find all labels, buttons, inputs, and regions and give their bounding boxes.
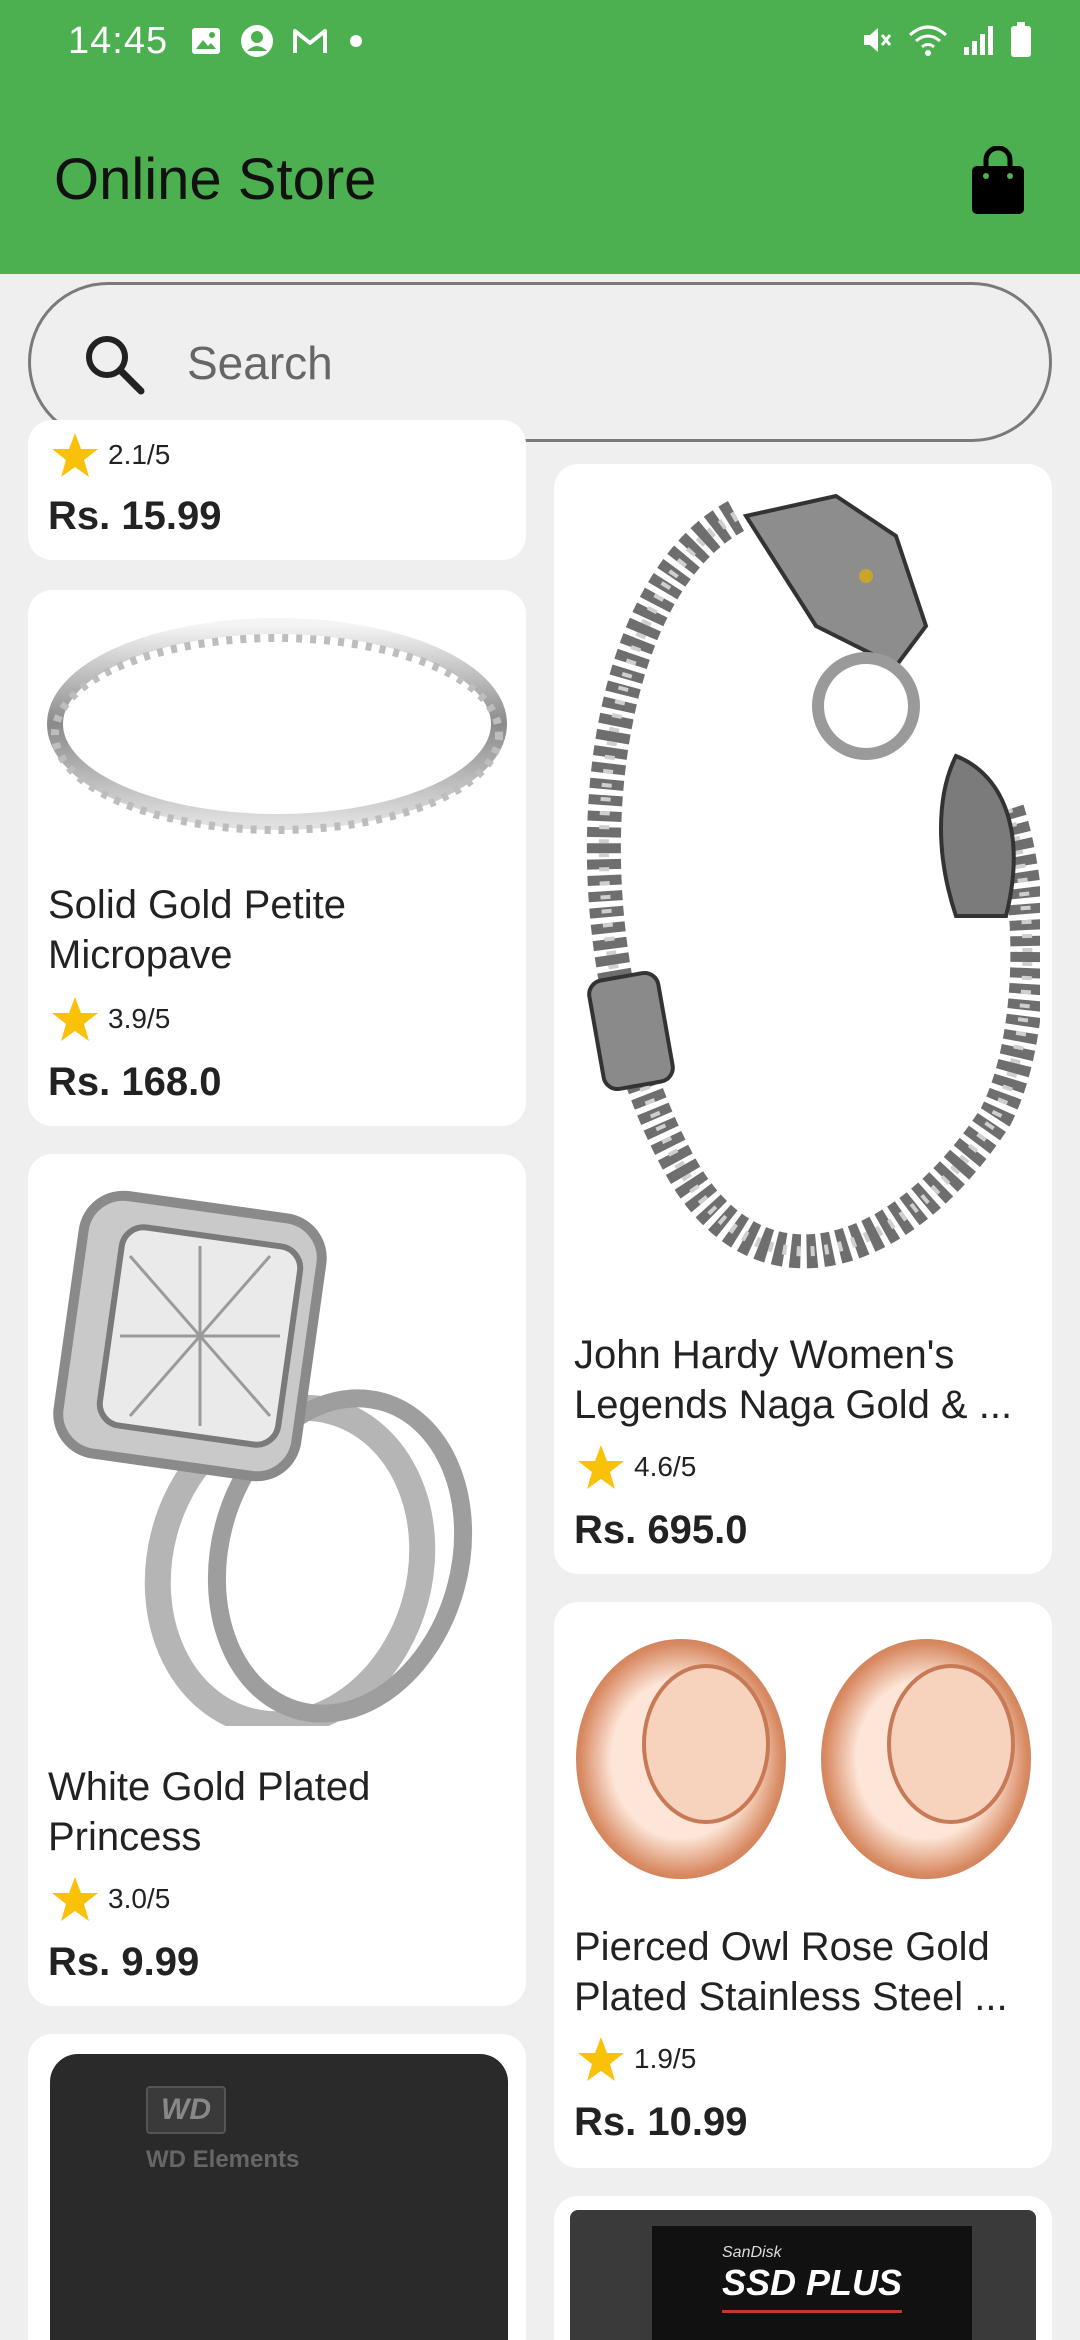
product-price: Rs. 695.0: [574, 1508, 748, 1552]
product-rating: 1.9/5: [576, 2036, 696, 2082]
product-price: Rs. 9.99: [48, 1940, 200, 1984]
app-bar: 14:45 Online Store: [0, 0, 1080, 274]
star-icon: [578, 2037, 624, 2081]
product-card[interactable]: John Hardy Women's Legends Naga Gold & .…: [554, 464, 1052, 1574]
product-card[interactable]: 2.1/5 Rs. 15.99: [28, 420, 526, 560]
star-icon: [52, 433, 98, 477]
search-input[interactable]: [187, 325, 987, 401]
star-icon: [52, 997, 98, 1041]
status-bar: 14:45: [0, 0, 1080, 84]
status-notification-icons: [190, 24, 366, 58]
rose-gold-tunnels-image: [566, 1614, 1040, 1904]
status-time: 14:45: [68, 20, 169, 62]
status-system-icons: [860, 22, 1032, 58]
wd-logo: WD: [146, 2086, 226, 2134]
wifi-icon: [909, 25, 947, 56]
mute-icon: [864, 28, 892, 52]
shopping-bag-icon[interactable]: [968, 146, 1028, 216]
product-title: Pierced Owl Rose Gold Plated Stainless S…: [574, 1925, 1008, 2019]
external-hdd-image: WD WD Elements: [50, 2054, 508, 2340]
product-rating: 4.6/5: [576, 1444, 696, 1490]
product-price: Rs. 15.99: [48, 494, 222, 538]
gallery-icon: [192, 28, 220, 54]
account-icon: [241, 25, 273, 57]
ssd-image: SanDisk SSD PLUS: [570, 2210, 1036, 2340]
silver-ring-image: [40, 602, 514, 852]
star-icon: [578, 1445, 624, 1489]
product-rating: 3.0/5: [50, 1876, 170, 1922]
star-icon: [52, 1877, 98, 1921]
product-card[interactable]: White Gold Plated Princess 3.0/5 Rs. 9.9…: [28, 1154, 526, 2006]
product-card[interactable]: SanDisk SSD PLUS: [554, 2196, 1052, 2340]
product-price: Rs. 10.99: [574, 2100, 748, 2144]
product-title: John Hardy Women's Legends Naga Gold & .…: [574, 1333, 1013, 1427]
battery-icon: [1011, 22, 1031, 57]
product-rating: 2.1/5: [50, 432, 170, 478]
product-card[interactable]: Solid Gold Petite Micropave 3.9/5 Rs. 16…: [28, 590, 526, 1126]
signal-icon: [964, 26, 993, 55]
product-card[interactable]: WD WD Elements: [28, 2034, 526, 2340]
product-price: Rs. 168.0: [48, 1060, 222, 1104]
product-card[interactable]: Pierced Owl Rose Gold Plated Stainless S…: [554, 1602, 1052, 2168]
dot-icon: [350, 35, 362, 47]
diamond-ring-set-image: [40, 1166, 514, 1726]
dragon-bracelet-image: [566, 476, 1040, 1296]
search-icon: [86, 336, 145, 395]
product-title: Solid Gold Petite Micropave: [48, 883, 346, 977]
gmail-icon: [293, 29, 327, 53]
page-title: Online Store: [54, 147, 377, 212]
product-title: White Gold Plated Princess: [48, 1765, 371, 1859]
search-bar[interactable]: [28, 282, 1052, 442]
product-rating: 3.9/5: [50, 996, 170, 1042]
